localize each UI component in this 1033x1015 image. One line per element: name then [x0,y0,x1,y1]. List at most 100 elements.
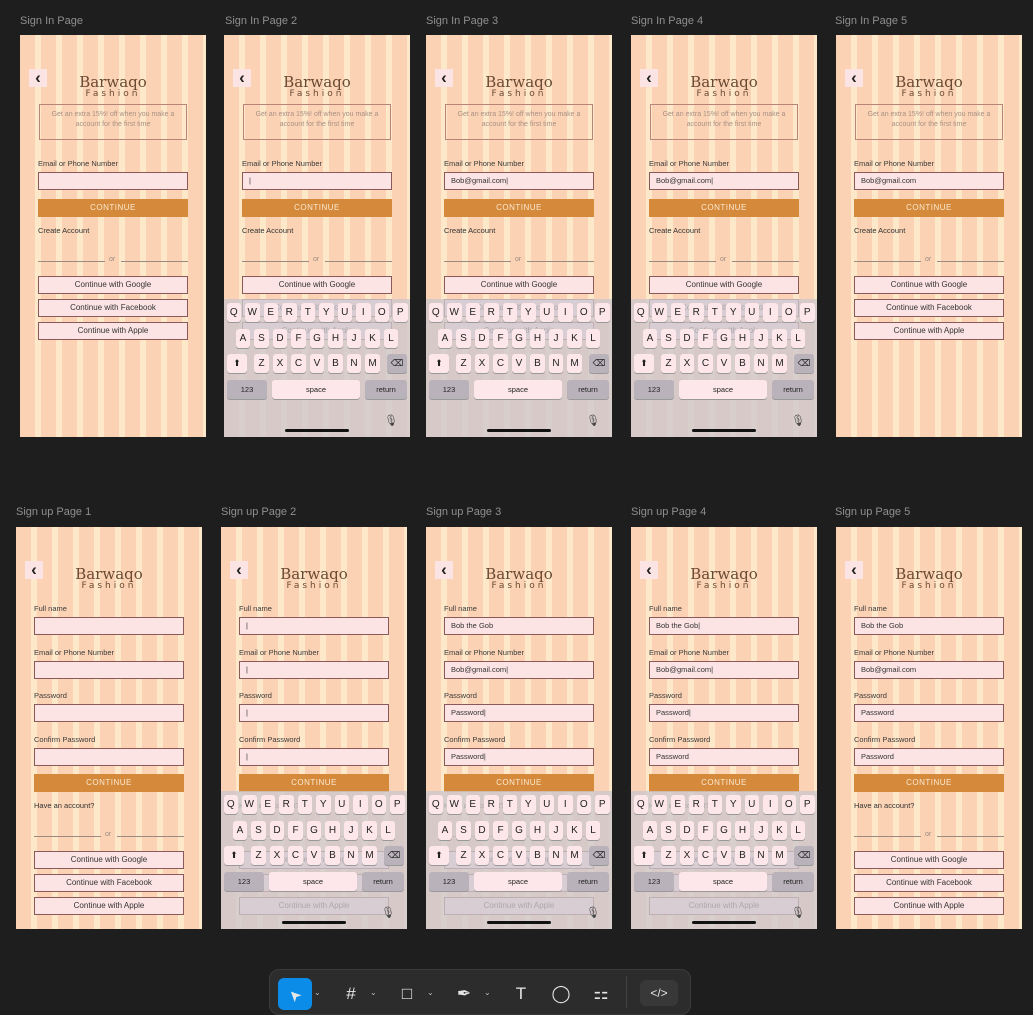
key-v[interactable]: V [309,354,325,373]
key-c[interactable]: C [493,354,508,373]
email-input[interactable]: Bob@gmail.com| [649,172,799,190]
key-a[interactable]: A [437,329,453,348]
shift-key[interactable]: ⬆ [227,354,247,373]
key-d[interactable]: D [474,821,490,840]
key-p[interactable]: P [390,795,405,814]
key-k[interactable]: K [772,329,787,348]
key-h[interactable]: H [325,821,340,840]
pen-tool-button[interactable]: ✒ [447,978,481,1010]
password-input[interactable]: Password| [649,704,799,722]
key-h[interactable]: H [530,821,545,840]
key-c[interactable]: C [698,354,713,373]
shift-key[interactable]: ⬆ [634,846,654,865]
key-v[interactable]: V [306,846,322,865]
key-j[interactable]: J [343,821,359,840]
microphone-icon[interactable]: 🎙 [384,414,398,427]
key-g[interactable]: G [309,329,325,348]
email-input[interactable] [34,661,184,679]
key-b[interactable]: B [325,846,340,865]
full-name-input[interactable]: | [239,617,389,635]
return-key[interactable]: return [772,872,814,891]
numbers-key[interactable]: 123 [224,872,264,891]
key-r[interactable]: R [689,795,704,814]
have-account-link[interactable]: Have an account? [854,801,914,810]
key-t[interactable]: T [300,303,315,322]
backspace-key[interactable]: ⌫ [384,846,404,865]
email-input[interactable]: Bob@gmail.com| [444,661,594,679]
key-n[interactable]: N [753,354,769,373]
shift-key[interactable]: ⬆ [634,354,654,373]
password-input[interactable]: Password [854,704,1004,722]
key-b[interactable]: B [735,354,750,373]
key-z[interactable]: Z [251,846,266,865]
return-key[interactable]: return [567,872,609,891]
key-h[interactable]: H [530,329,545,348]
key-o[interactable]: O [576,795,591,814]
key-c[interactable]: C [493,846,508,865]
key-y[interactable]: Y [726,303,741,322]
continue-google-button[interactable]: Continue with Google [854,851,1004,869]
have-account-link[interactable]: Have an account? [34,801,94,810]
key-y[interactable]: Y [521,795,536,814]
key-d[interactable]: D [272,329,288,348]
key-w[interactable]: W [242,795,257,814]
key-i[interactable]: I [356,303,371,322]
continue-button[interactable]: CONTINUE [854,199,1004,217]
key-x[interactable]: X [272,354,288,373]
key-b[interactable]: B [530,846,545,865]
key-x[interactable]: X [679,354,695,373]
key-l[interactable]: L [585,821,601,840]
key-y[interactable]: Y [316,795,331,814]
key-z[interactable]: Z [254,354,269,373]
key-c[interactable]: C [288,846,303,865]
key-j[interactable]: J [548,329,564,348]
continue-button[interactable]: CONTINUE [444,199,594,217]
key-l[interactable]: L [790,329,806,348]
key-t[interactable]: T [707,303,722,322]
confirm-password-input[interactable]: Password [649,748,799,766]
continue-google-button[interactable]: Continue with Google [649,276,799,294]
key-d[interactable]: D [474,329,490,348]
key-w[interactable]: W [245,303,260,322]
key-w[interactable]: W [447,303,462,322]
key-s[interactable]: S [251,821,266,840]
backspace-key[interactable]: ⌫ [794,354,814,373]
key-g[interactable]: G [716,821,732,840]
key-j[interactable]: J [753,821,769,840]
key-l[interactable]: L [380,821,396,840]
key-m[interactable]: M [772,846,787,865]
key-n[interactable]: N [548,354,564,373]
microphone-icon[interactable]: 🎙 [791,414,805,427]
key-e[interactable]: E [260,795,275,814]
create-account-link[interactable]: Create Account [649,226,700,235]
numbers-key[interactable]: 123 [227,380,267,399]
key-w[interactable]: W [652,795,667,814]
key-q[interactable]: Q [633,795,648,814]
chevron-down-icon[interactable]: ⌄ [314,988,321,997]
key-o[interactable]: O [781,795,796,814]
key-u[interactable]: U [744,795,759,814]
actions-button[interactable]: ⚏ [584,978,618,1010]
key-u[interactable]: U [334,795,349,814]
key-r[interactable]: R [484,795,499,814]
key-c[interactable]: C [291,354,306,373]
key-p[interactable]: P [595,303,610,322]
backspace-key[interactable]: ⌫ [794,846,814,865]
continue-button[interactable]: CONTINUE [444,774,594,792]
key-l[interactable]: L [790,821,806,840]
continue-google-button[interactable]: Continue with Google [34,851,184,869]
key-k[interactable]: K [567,821,582,840]
microphone-icon[interactable]: 🎙 [791,906,805,919]
key-k[interactable]: K [362,821,377,840]
space-key[interactable]: space [679,872,767,891]
key-d[interactable]: D [679,821,695,840]
space-key[interactable]: space [269,872,357,891]
key-a[interactable]: A [232,821,248,840]
chevron-down-icon[interactable]: ⌄ [370,988,377,997]
return-key[interactable]: return [365,380,407,399]
numbers-key[interactable]: 123 [634,380,674,399]
key-g[interactable]: G [716,329,732,348]
backspace-key[interactable]: ⌫ [387,354,407,373]
key-v[interactable]: V [716,354,732,373]
key-q[interactable]: Q [428,303,443,322]
